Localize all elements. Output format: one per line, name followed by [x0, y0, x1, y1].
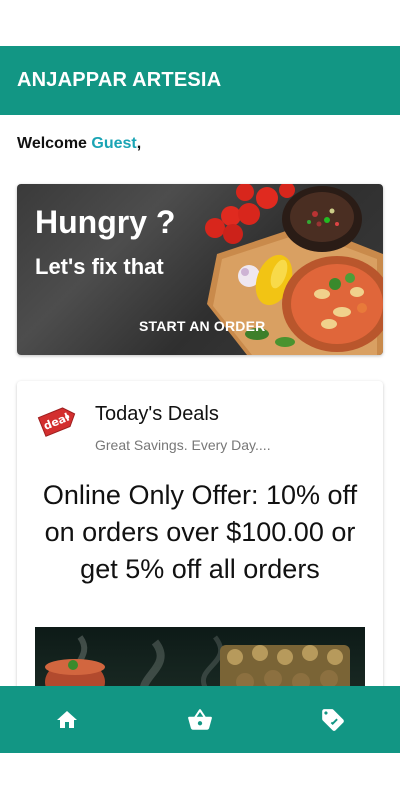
hero-headline: Hungry ? — [35, 204, 176, 240]
hero-subheadline: Let's fix that — [35, 254, 164, 279]
welcome-suffix: , — [136, 135, 142, 152]
basket-icon — [188, 708, 212, 730]
deals-subtitle: Great Savings. Every Day.... — [95, 437, 271, 453]
app-title: ANJAPPAR ARTESIA — [17, 69, 222, 91]
user-name[interactable]: Guest — [91, 135, 136, 152]
nav-home-button[interactable] — [37, 690, 97, 750]
deals-card: deal Today's Deals Great Savings. Every … — [17, 381, 383, 711]
bottom-navigation — [0, 686, 400, 753]
home-icon — [56, 710, 77, 728]
nav-deals-button[interactable] — [303, 690, 363, 750]
app-header: ANJAPPAR ARTESIA — [0, 46, 400, 115]
deal-tag-icon: deal — [37, 407, 76, 437]
offer-text: Online Only Offer: 10% off on orders ove… — [42, 480, 358, 584]
welcome-prefix: Welcome — [17, 135, 92, 152]
tag-icon — [322, 708, 345, 731]
start-order-button[interactable]: START AN ORDER — [139, 318, 265, 334]
welcome-message: Welcome Guest, — [17, 135, 141, 153]
order-banner[interactable]: Hungry ? Let's fix that START AN ORDER — [17, 184, 383, 355]
deals-title: Today's Deals — [95, 403, 219, 425]
nav-basket-button[interactable] — [170, 690, 230, 750]
